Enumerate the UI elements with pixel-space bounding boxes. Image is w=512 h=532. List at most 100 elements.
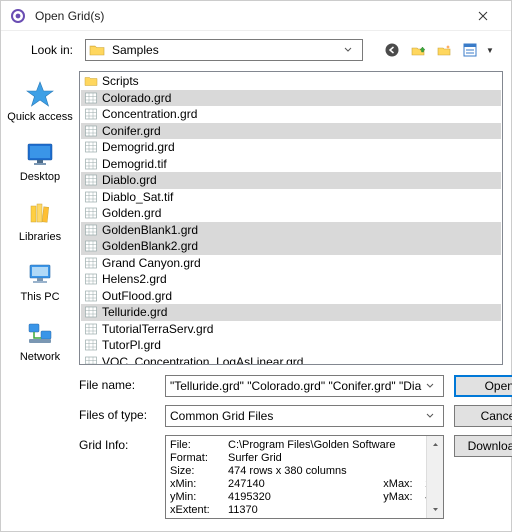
grid-info-row: xMin:247140xMax:2 — [170, 478, 439, 491]
file-row[interactable]: Concentration.grd — [81, 106, 501, 123]
file-row[interactable]: GoldenBlank2.grd — [81, 238, 501, 255]
quick-access-icon — [24, 79, 56, 109]
sidebar-item-network[interactable]: Network — [5, 313, 75, 365]
look-in-bar: Look in: Samples ▼ — [1, 31, 511, 71]
view-menu-button[interactable] — [459, 39, 481, 61]
file-row[interactable]: OutFlood.grd — [81, 288, 501, 305]
grid-file-icon — [83, 305, 99, 319]
file-row[interactable]: TutorPl.grd — [81, 337, 501, 354]
file-row[interactable]: Colorado.grd — [81, 90, 501, 107]
grid-info-row: Size:474 rows x 380 columns — [170, 465, 439, 478]
chevron-down-icon[interactable] — [425, 383, 443, 389]
titlebar: Open Grid(s) — [1, 1, 511, 31]
file-row[interactable]: Diablo_Sat.tif — [81, 189, 501, 206]
grid-info-row: File:C:\Program Files\Golden Software — [170, 439, 439, 452]
download-button[interactable]: Download... — [454, 435, 512, 457]
file-name-value: "Telluride.grd" "Colorado.grd" "Conifer.… — [166, 379, 425, 393]
grid-file-icon — [83, 173, 99, 187]
chevron-down-icon[interactable] — [344, 47, 360, 53]
file-row[interactable]: Helens2.grd — [81, 271, 501, 288]
look-in-value: Samples — [108, 43, 344, 57]
folder-icon — [83, 74, 99, 88]
grid-file-icon — [83, 355, 99, 365]
file-row[interactable]: Grand Canyon.grd — [81, 255, 501, 272]
file-name: GoldenBlank1.grd — [102, 223, 198, 237]
network-icon — [24, 319, 56, 349]
grid-file-icon — [83, 157, 99, 171]
grid-file-icon — [83, 272, 99, 286]
chevron-down-icon[interactable] — [425, 413, 443, 419]
file-row[interactable]: TutorialTerraServ.grd — [81, 321, 501, 338]
grid-file-icon — [83, 223, 99, 237]
grid-info-panel: File:C:\Program Files\Golden SoftwareFor… — [165, 435, 444, 519]
files-of-type-value: Common Grid Files — [166, 409, 425, 423]
grid-info-row: yMin:4195320yMax:4 — [170, 491, 439, 504]
files-of-type-label: Files of type: — [79, 405, 155, 422]
grid-info-scrollbar[interactable] — [426, 436, 443, 518]
sidebar-item-quick-access[interactable]: Quick access — [5, 73, 75, 131]
file-name: TutorPl.grd — [102, 338, 161, 352]
file-name: Colorado.grd — [102, 91, 171, 105]
window-title: Open Grid(s) — [35, 9, 463, 23]
grid-file-icon — [83, 190, 99, 204]
file-row[interactable]: Demogrid.grd — [81, 139, 501, 156]
file-name: OutFlood.grd — [102, 289, 172, 303]
look-in-label: Look in: — [17, 43, 73, 57]
grid-file-icon — [83, 140, 99, 154]
file-name: Scripts — [102, 74, 139, 88]
file-name-field[interactable]: "Telluride.grd" "Colorado.grd" "Conifer.… — [165, 375, 444, 397]
grid-info-row: Format:Surfer Grid — [170, 452, 439, 465]
close-button[interactable] — [463, 2, 503, 30]
file-row[interactable]: GoldenBlank1.grd — [81, 222, 501, 239]
file-row[interactable]: VOC_Concentration_LogAsLinear.grd — [81, 354, 501, 366]
file-name: Diablo_Sat.tif — [102, 190, 173, 204]
grid-file-icon — [83, 322, 99, 336]
view-menu-dropdown[interactable]: ▼ — [485, 46, 495, 55]
desktop-icon — [24, 139, 56, 169]
sidebar-item-this-pc[interactable]: This PC — [5, 253, 75, 311]
file-name: Diablo.grd — [102, 173, 157, 187]
folder-icon — [88, 41, 106, 59]
app-icon — [9, 7, 27, 25]
file-row[interactable]: Golden.grd — [81, 205, 501, 222]
sidebar-item-desktop[interactable]: Desktop — [5, 133, 75, 191]
file-list[interactable]: Scripts Colorado.grd Concentration.grd Coni… — [79, 71, 503, 365]
this-pc-icon — [24, 259, 56, 289]
grid-file-icon — [83, 289, 99, 303]
new-folder-button[interactable] — [433, 39, 455, 61]
up-one-level-button[interactable] — [407, 39, 429, 61]
file-row[interactable]: Telluride.grd — [81, 304, 501, 321]
grid-file-icon — [83, 256, 99, 270]
grid-info-label: Grid Info: — [79, 435, 155, 452]
grid-info-row: xExtent:11370 — [170, 504, 439, 517]
scroll-up-icon[interactable] — [427, 436, 443, 453]
file-row[interactable]: Scripts — [81, 73, 501, 90]
file-name-label: File name: — [79, 375, 155, 392]
grid-file-icon — [83, 107, 99, 121]
back-button[interactable] — [381, 39, 403, 61]
file-name: GoldenBlank2.grd — [102, 239, 198, 253]
file-name: TutorialTerraServ.grd — [102, 322, 213, 336]
grid-file-icon — [83, 124, 99, 138]
scroll-down-icon[interactable] — [427, 501, 443, 518]
cancel-button[interactable]: Cancel — [454, 405, 512, 427]
files-of-type-dropdown[interactable]: Common Grid Files — [165, 405, 444, 427]
look-in-dropdown[interactable]: Samples — [85, 39, 363, 61]
file-row[interactable]: Conifer.grd — [81, 123, 501, 140]
grid-file-icon — [83, 206, 99, 220]
grid-file-icon — [83, 239, 99, 253]
grid-file-icon — [83, 91, 99, 105]
file-name: Grand Canyon.grd — [102, 256, 201, 270]
sidebar-item-libraries[interactable]: Libraries — [5, 193, 75, 251]
file-name: Conifer.grd — [102, 124, 161, 138]
file-row[interactable]: Demogrid.tif — [81, 156, 501, 173]
places-sidebar: Quick access Desktop Libraries This PC — [1, 71, 79, 365]
file-name: Helens2.grd — [102, 272, 167, 286]
file-name: Telluride.grd — [102, 305, 167, 319]
file-name: Concentration.grd — [102, 107, 197, 121]
libraries-icon — [24, 199, 56, 229]
file-row[interactable]: Diablo.grd — [81, 172, 501, 189]
file-name: Demogrid.grd — [102, 140, 175, 154]
file-name: Demogrid.tif — [102, 157, 167, 171]
open-button[interactable]: Open — [454, 375, 512, 397]
